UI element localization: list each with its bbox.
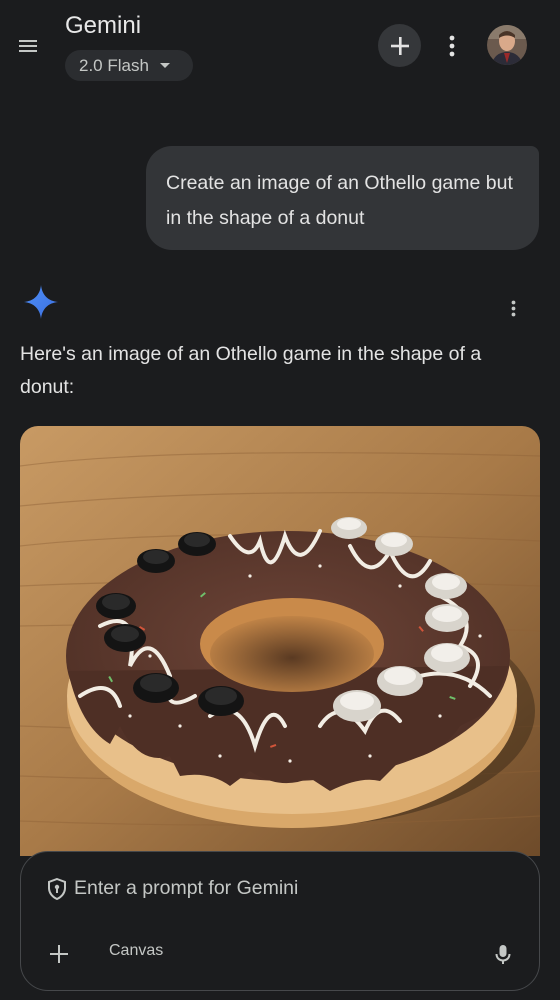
mic-icon: [495, 945, 511, 964]
new-chat-button[interactable]: [378, 24, 421, 67]
user-message-text: Create an image of an Othello game but i…: [166, 172, 513, 229]
shield-icon: [47, 877, 67, 901]
generated-image[interactable]: [20, 426, 540, 856]
user-message-bubble: Create an image of an Othello game but i…: [146, 146, 539, 250]
plus-icon: [390, 36, 409, 55]
prompt-input[interactable]: [74, 874, 494, 902]
canvas-button[interactable]: Canvas: [109, 942, 163, 960]
model-selector[interactable]: 2.0 Flash: [65, 50, 193, 81]
model-label: 2.0 Flash: [79, 55, 149, 75]
avatar[interactable]: [487, 25, 527, 65]
gemini-spark-icon: [23, 284, 59, 320]
more-vert-icon: [449, 35, 455, 57]
menu-button[interactable]: [10, 28, 46, 64]
microphone-button[interactable]: [491, 940, 515, 970]
more-vert-icon: [511, 300, 515, 316]
add-attachment-button[interactable]: [45, 940, 73, 968]
response-options-button[interactable]: [503, 296, 523, 320]
menu-icon: [19, 40, 37, 52]
response-text: Here's an image of an Othello game in th…: [20, 343, 482, 398]
prompt-composer: Canvas: [20, 851, 540, 991]
caret-down-icon: [159, 62, 170, 68]
plus-icon: [50, 945, 68, 963]
more-options-button[interactable]: [438, 28, 466, 64]
app-title: Gemini: [65, 12, 142, 39]
